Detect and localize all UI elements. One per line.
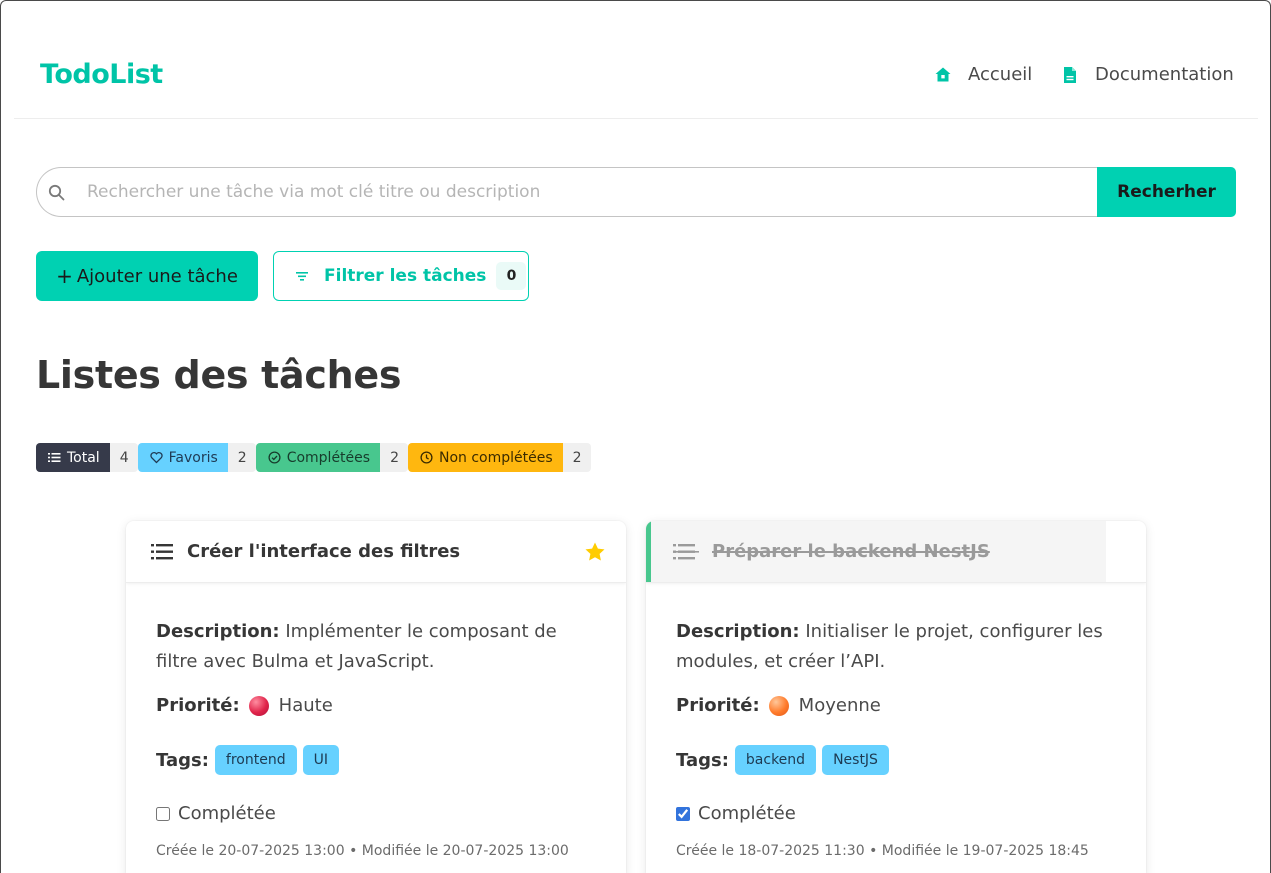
priority-medium-dot-icon <box>768 695 789 716</box>
navbar: TodoList Accueil Documentation <box>14 31 1258 119</box>
stat-not-completed-label: Non complétées <box>439 449 553 466</box>
task-stats: Total 4 Favoris 2 Complétées 2 Non compl… <box>36 443 591 472</box>
tags-label: Tags: <box>156 749 209 771</box>
filter-icon <box>294 268 310 284</box>
search-button[interactable]: Recherher <box>1097 167 1236 217</box>
priority-high-dot-icon <box>248 695 269 716</box>
stat-total: Total 4 <box>36 443 138 472</box>
stat-total-label: Total <box>67 449 100 466</box>
priority-value: Moyenne <box>798 695 881 716</box>
stat-total-tag: Total <box>36 443 110 472</box>
nav-docs-link[interactable]: Documentation <box>1061 64 1234 85</box>
task-card-body: Description: Implémenter le composant de… <box>156 617 596 859</box>
stat-favorites-tag: Favoris <box>137 443 228 472</box>
task-title[interactable]: Préparer le backend NestJS <box>712 541 990 562</box>
search-bar: Recherher <box>36 167 1236 217</box>
task-tags: Tags: frontend UI <box>156 745 345 775</box>
tag[interactable]: UI <box>302 745 339 775</box>
app-window: TodoList Accueil Documentation Recherher… <box>0 0 1271 873</box>
task-priority: Priorité: Moyenne <box>676 695 881 716</box>
list-icon <box>671 543 699 561</box>
task-card: Préparer le backend NestJS Description: … <box>646 521 1146 873</box>
task-card-header: Préparer le backend NestJS <box>646 521 1146 583</box>
stat-favorites-label: Favoris <box>168 449 218 466</box>
heart-icon <box>149 451 163 464</box>
priority-label: Priorité: <box>676 695 760 716</box>
filter-tasks-button[interactable]: Filtrer les tâches 0 <box>273 251 529 301</box>
completed-label: Complétée <box>178 803 276 824</box>
list-icon <box>151 543 173 561</box>
task-priority: Priorité: Haute <box>156 695 333 716</box>
page-title: Listes des tâches <box>36 353 402 397</box>
list-icon <box>48 451 61 464</box>
search-icon <box>48 184 65 201</box>
filter-count-badge: 0 <box>496 262 527 290</box>
stat-not-completed-tag: Non complétées <box>408 443 563 472</box>
completed-checkbox[interactable] <box>676 806 690 821</box>
description-label: Description: <box>156 621 280 642</box>
task-completed-toggle[interactable]: Complétée <box>156 803 276 824</box>
nav-docs-label: Documentation <box>1095 64 1234 85</box>
task-description: Description: Initialiser le projet, conf… <box>676 617 1116 677</box>
stat-not-completed-count: 2 <box>562 443 591 472</box>
clock-icon <box>420 451 433 464</box>
tag[interactable]: backend <box>734 745 817 775</box>
document-icon <box>1061 66 1079 84</box>
nav-home-label: Accueil <box>968 64 1033 85</box>
description-label: Description: <box>676 621 800 642</box>
task-card-header: Créer l'interface des filtres <box>126 521 626 583</box>
task-card: Créer l'interface des filtres Descriptio… <box>126 521 626 873</box>
add-task-button[interactable]: + Ajouter une tâche <box>36 251 258 301</box>
stat-favorites-count: 2 <box>227 443 256 472</box>
brand-logo[interactable]: TodoList <box>40 59 163 90</box>
search-input[interactable] <box>87 168 987 216</box>
stat-completed: Complétées 2 <box>255 443 408 472</box>
star-icon[interactable] <box>584 541 606 563</box>
filter-tasks-label: Filtrer les tâches <box>324 266 487 286</box>
stat-not-completed: Non complétées 2 <box>408 443 591 472</box>
check-circle-icon <box>268 451 281 464</box>
task-tags: Tags: backend NestJS <box>676 745 895 775</box>
priority-value: Haute <box>278 695 333 716</box>
task-completed-toggle[interactable]: Complétée <box>676 803 796 824</box>
nav-home-link[interactable]: Accueil <box>934 64 1032 85</box>
home-icon <box>934 66 952 84</box>
task-timestamps: Créée le 20-07-2025 13:00 • Modifiée le … <box>156 843 569 859</box>
stat-completed-label: Complétées <box>286 449 371 466</box>
task-timestamps: Créée le 18-07-2025 11:30 • Modifiée le … <box>676 843 1089 859</box>
stat-total-count: 4 <box>109 443 138 472</box>
tags-label: Tags: <box>676 749 729 771</box>
stat-favorites: Favoris 2 <box>137 443 256 472</box>
add-task-label: Ajouter une tâche <box>76 265 238 287</box>
search-field-container <box>36 167 1097 217</box>
stat-completed-count: 2 <box>380 443 408 472</box>
plus-icon: + <box>56 264 73 288</box>
priority-label: Priorité: <box>156 695 240 716</box>
task-title[interactable]: Créer l'interface des filtres <box>187 541 460 562</box>
completed-checkbox[interactable] <box>156 806 170 821</box>
tag[interactable]: NestJS <box>822 745 889 775</box>
task-description: Description: Implémenter le composant de… <box>156 617 596 677</box>
tag[interactable]: frontend <box>214 745 297 775</box>
stat-completed-tag: Complétées <box>255 443 381 472</box>
completed-label: Complétée <box>698 803 796 824</box>
task-card-body: Description: Initialiser le projet, conf… <box>676 617 1116 859</box>
